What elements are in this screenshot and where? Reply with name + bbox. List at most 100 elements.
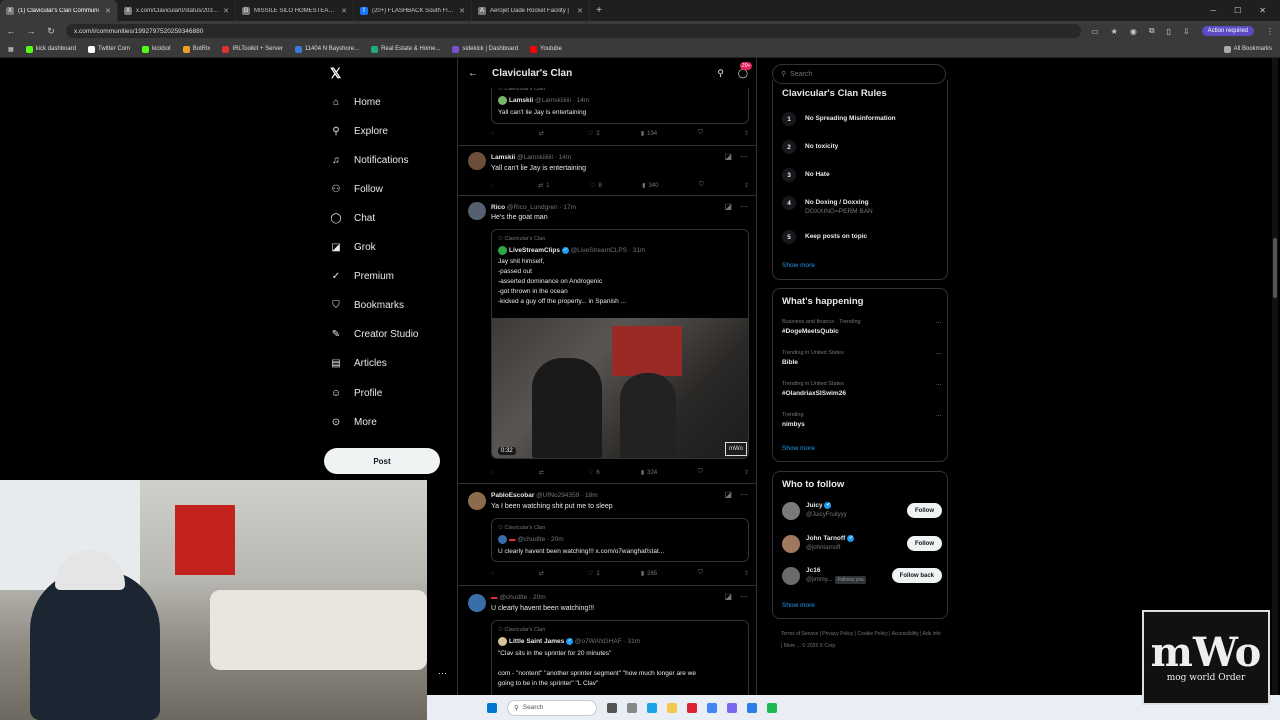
chrome-icon[interactable] [707,702,717,713]
nav-more[interactable]: ⊙ More [330,416,377,428]
post-card[interactable]: ⚇ Clavicular's Clan Lamskii @Lamskiiiiii… [458,80,756,146]
more-dots-icon[interactable]: ⋯ [740,592,748,601]
search-icon[interactable]: ⚲ [717,68,724,79]
repost-button[interactable]: ⇄ [539,469,547,476]
nav-bookmarks[interactable]: ⛉ Bookmarks [330,299,404,311]
browser-tab-3[interactable]: f (20+) FLASHBACK South Florid ✕ [354,0,472,21]
trend-item[interactable]: Business and finance · Trending #DogeMeet… [782,319,942,335]
bookmark-2[interactable]: kickbot [142,45,171,53]
post-card[interactable]: Lamskii @Lamskiiiiiii · 14m ◪ ⋯ Yall can'… [458,146,756,196]
cast-icon[interactable]: ▭ [1091,27,1099,36]
avatar[interactable] [782,502,800,520]
app-icon[interactable] [747,702,757,713]
bookmark-post-button[interactable]: ⛉ [698,469,703,476]
minimize-icon[interactable]: ─ [1210,6,1216,15]
avatar[interactable] [468,152,486,170]
nav-grok[interactable]: ◪ Grok [330,241,375,253]
trend-item[interactable]: Trending in United States Bible ⋯ [782,350,942,366]
nav-follow[interactable]: ⚇ Follow [330,183,383,195]
views-button[interactable]: ▮ 324 [641,469,657,477]
avatar[interactable] [468,492,486,510]
apps-icon[interactable]: ▦ [8,46,14,53]
nav-profile[interactable]: ☺ Profile [330,387,382,399]
menu-dots-icon[interactable]: ⋮ [1266,27,1274,36]
bookmark-4[interactable]: IRLToolkit + Server [222,45,283,53]
bookmark-1[interactable]: Twitter Com [88,45,130,53]
follow-button[interactable]: Follow [907,536,942,551]
more-dots-icon[interactable]: ⋯ [438,668,447,679]
bookmark-post-button[interactable]: ⛉ [698,130,703,137]
bookmark-8[interactable]: Youtube [530,45,562,53]
nav-home[interactable]: ⌂ Home [330,96,381,108]
follow-back-button[interactable]: Follow back [891,568,942,583]
author-name[interactable]: PabloEscobar [491,492,534,499]
avatar[interactable] [782,535,800,553]
who-show-more-link[interactable]: Show more [782,602,815,609]
more-dots-icon[interactable]: ⋯ [935,412,942,420]
post-card[interactable]: Rico @Rico_Lundgren · 17m ◪ ⋯ He's the go… [458,196,756,484]
scrollbar-thumb[interactable] [1273,238,1277,298]
file-explorer-icon[interactable] [667,702,677,713]
grok-icon[interactable]: ◪ [724,202,732,211]
maximize-icon[interactable]: ☐ [1234,6,1241,15]
new-tab-button[interactable]: + [590,5,608,16]
all-bookmarks[interactable]: All Bookmarks [1223,45,1272,53]
puzzle-icon[interactable]: ⧉ [1149,26,1155,36]
taskbar-search[interactable]: ⚲ Search [507,699,597,716]
close-icon[interactable]: ✕ [341,7,347,15]
nav-articles[interactable]: ▤ Articles [330,357,387,369]
more-dots-icon[interactable]: ⋯ [740,202,748,211]
trends-show-more-link[interactable]: Show more [782,445,815,452]
download-icon[interactable]: ⇩ [1183,27,1190,36]
discord-icon[interactable] [727,702,737,713]
reply-button[interactable]: ◌ [491,470,498,476]
more-dots-icon[interactable]: ⋯ [740,152,748,161]
video-player[interactable]: 0:32 mWo [492,318,748,458]
bookmark-0[interactable]: kick dashboard [25,45,76,53]
share-button[interactable]: ⇪ [744,130,749,137]
close-icon[interactable]: ✕ [577,7,583,15]
nav-creator-studio[interactable]: ✎ Creator Studio [330,328,419,340]
follow-button[interactable]: Follow [907,503,942,518]
sidebar-icon[interactable]: ▯ [1167,27,1171,36]
repost-button[interactable]: ⇄ [539,570,547,577]
avatar[interactable] [782,567,800,585]
avatar[interactable] [468,594,486,612]
post-button[interactable]: Post [324,448,440,474]
community-icon[interactable]: ◯ 20+ [738,61,753,79]
like-button[interactable]: ♡ 6 [588,469,600,477]
bookmark-3[interactable]: BotRix [182,45,210,53]
follow-suggestion[interactable]: Jc16 @jimmy... Follows you Follow back [782,565,942,589]
back-arrow-icon[interactable]: ← [6,26,16,36]
windows-start-icon[interactable] [487,702,497,713]
bookmark-7[interactable]: sidekick | Dashboard [452,45,518,53]
trend-item[interactable]: Trending nimbys ⋯ [782,412,942,428]
close-icon[interactable]: ✕ [223,7,229,15]
bookmark-6[interactable]: Real Estate & Home... [371,45,440,53]
repost-button[interactable]: ⇄ 1 [538,182,549,190]
grok-icon[interactable]: ◪ [724,152,732,161]
browser-tab-1[interactable]: Xx.com/Clavicular0/status/20391 ✕ [118,0,236,21]
reply-button[interactable]: ◌ [491,183,498,189]
app-icon[interactable] [687,702,697,713]
forward-arrow-icon[interactable]: → [26,26,36,36]
trend-item[interactable]: Trending in United States #OlandriaxSISwi… [782,381,942,397]
share-button[interactable]: ⇪ [744,570,749,577]
follow-suggestion[interactable]: Juicy ✓ @JuicyFruityyy Follow [782,500,942,524]
url-input[interactable]: x.com/i/communities/1992797520259346880 [66,24,1082,38]
repost-button[interactable]: ⇄ [539,130,547,137]
task-view-icon[interactable] [607,702,617,713]
close-icon[interactable]: ✕ [105,7,111,15]
bookmark-5[interactable]: 11404 N Bayshore... [294,45,359,53]
grok-icon[interactable]: ◪ [724,592,732,601]
bookmark-post-button[interactable]: ⛉ [699,182,704,189]
footer-links[interactable]: Terms of Service | Privacy Policy | Cook… [781,628,941,652]
more-dots-icon[interactable]: ⋯ [935,319,942,327]
author-name[interactable]: Lamskii [491,154,515,161]
rules-show-more-link[interactable]: Show more [782,262,815,269]
follow-suggestion[interactable]: John Tarnoff ✓ @johntarnoff Follow [782,533,942,557]
reply-button[interactable]: ◌ [491,571,498,577]
edge-icon[interactable] [647,702,657,713]
more-dots-icon[interactable]: ⋯ [935,350,942,358]
nav-explore[interactable]: ⚲ Explore [330,125,388,137]
